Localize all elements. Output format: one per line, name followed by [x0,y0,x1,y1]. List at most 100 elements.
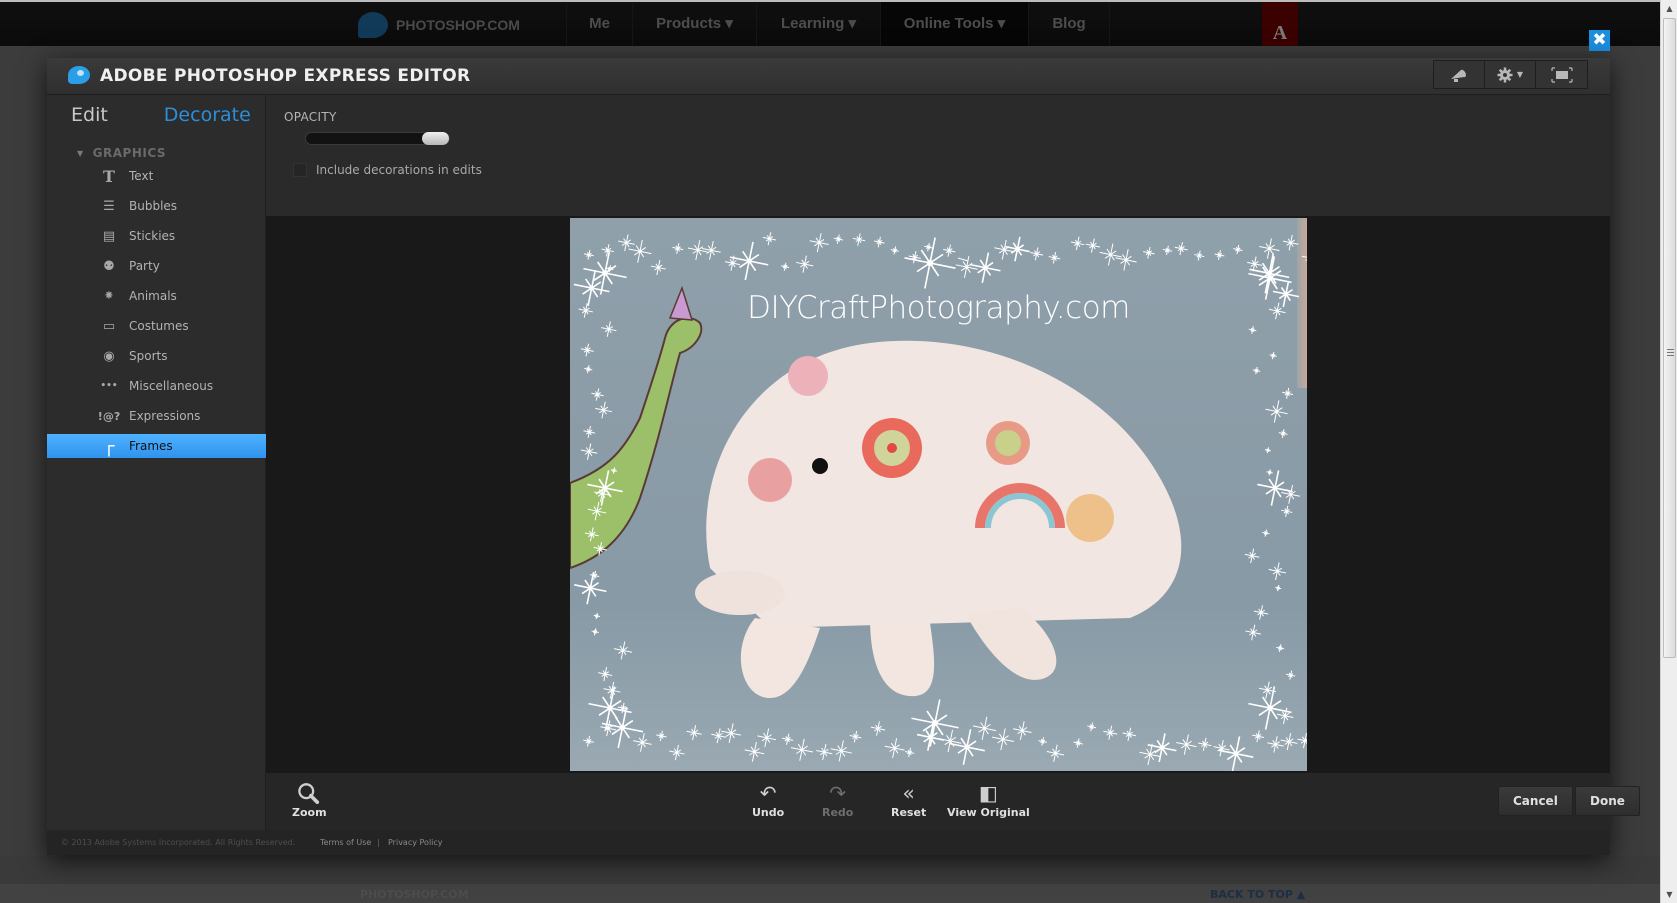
site-nav: PHOTOSHOP.COM Me Products ▾ Learning ▾ O… [0,0,1660,52]
tab-edit[interactable]: Edit [71,104,108,126]
section-label: GRAPHICS [92,146,167,160]
sparkle [1073,738,1083,748]
sparkle [617,234,635,252]
category-miscellaneous[interactable]: ••• Miscellaneous [47,371,266,401]
editor-footer: © 2013 Adobe Systems Incorporated. All R… [47,830,1610,855]
back-to-top-link[interactable]: BACK TO TOP ▲ [1210,888,1305,901]
sparkle [584,365,593,374]
decorate-sidebar: Edit Decorate ▼ GRAPHICS T Text ☰ Bubbles … [47,95,266,830]
sparkle [672,243,684,254]
chevron-down-icon: ▼ [1516,70,1524,79]
sparkle [583,735,594,747]
sparkle [1122,727,1137,742]
category-costumes[interactable]: ▭ Costumes [47,311,266,341]
privacy-policy-link[interactable]: Privacy Policy [388,838,443,847]
sparkle [790,738,814,761]
nav-item-learning[interactable]: Learning ▾ [756,2,880,46]
sparkle [904,237,956,289]
category-label: Costumes [129,319,189,333]
scrollbar-thumb[interactable] [1663,18,1676,658]
sparkle [650,260,666,276]
category-bubbles[interactable]: ☰ Bubbles [47,191,266,221]
sparkle [583,249,594,260]
view-original-button[interactable]: ◧ View Original [947,781,1030,819]
include-decorations-checkbox[interactable] [293,163,307,177]
category-label: Sports [129,349,168,363]
graphics-section-toggle[interactable]: ▼ GRAPHICS [77,146,166,160]
close-editor-button[interactable]: ✖ [1589,30,1610,51]
sparkle [992,728,1014,751]
brand-label: PHOTOSHOP.COM [396,17,520,33]
nav-item-products[interactable]: Products ▾ [632,2,756,46]
sparkle [1265,400,1288,423]
cancel-button[interactable]: Cancel [1498,786,1573,816]
sparkle [1278,429,1288,438]
scroll-up-arrow-icon[interactable]: ▲ [1661,0,1677,17]
decoration-options: OPACITY Include decorations in edits [266,95,1610,216]
category-expressions[interactable]: !@? Expressions [47,401,266,431]
photoshop-brand[interactable]: PHOTOSHOP.COM [358,12,520,38]
nav-item-blog[interactable]: Blog [1028,2,1110,46]
undo-button[interactable]: ↶ Undo [752,781,784,819]
sparkle [1070,236,1085,251]
nav-item-online-tools[interactable]: Online Tools ▾ [880,2,1028,46]
sparkle [1282,234,1299,251]
sparkle [1030,247,1044,261]
category-text[interactable]: T Text [47,161,266,191]
reset-icon: « [902,781,915,805]
fullscreen-icon [1550,66,1573,83]
sparkle [686,725,702,741]
terms-of-use-link[interactable]: Terms of Use [320,838,371,847]
settings-button[interactable]: ▼ [1485,61,1536,88]
sparkle [1248,326,1257,334]
sparkle [1218,736,1254,771]
opacity-slider[interactable] [305,132,450,145]
sparkle [593,612,600,620]
done-button[interactable]: Done [1575,786,1640,816]
sparkle [757,728,777,748]
sparkle [916,723,945,751]
zoom-label: Zoom [292,806,327,819]
speech-bubble-icon: ☰ [103,198,115,214]
sparkle [702,241,721,260]
sparkle [1268,562,1287,580]
sparkle [598,667,613,682]
nav-item-me[interactable]: Me [566,2,632,46]
reset-button[interactable]: « Reset [891,781,926,819]
sparkle [1269,351,1277,360]
dots-icon: ••• [100,381,118,391]
sparkle [796,255,814,273]
sparkle [1085,238,1101,253]
sparkle [595,401,612,419]
sparkle [1253,605,1269,620]
category-animals[interactable]: ⁕ Animals [47,281,266,311]
sparkle [849,730,862,743]
sparkle [1099,243,1122,266]
category-label: Text [129,169,154,183]
fullscreen-button[interactable] [1536,61,1587,88]
sparkle [809,233,829,253]
announcements-button[interactable] [1434,61,1485,88]
page-scrollbar[interactable]: ▲ ▼ [1660,0,1677,903]
sparkle [1005,236,1030,262]
category-frames[interactable]: ┌ Frames [47,434,266,458]
zoom-button[interactable]: Zoom [292,782,327,819]
adobe-logo[interactable]: A [1262,2,1298,52]
tab-decorate[interactable]: Decorate [164,104,251,126]
redo-label: Redo [822,806,854,819]
edited-photo[interactable]: DIYCraftPhotography.com [570,218,1307,771]
category-sports[interactable]: ◉ Sports [47,341,266,371]
scroll-down-arrow-icon[interactable]: ▼ [1661,886,1677,903]
watermark-text: DIYCraftPhotography.com [747,290,1130,326]
sparkle [1280,733,1298,751]
sparkle [852,233,866,246]
image-canvas[interactable]: DIYCraftPhotography.com [266,216,1610,773]
opacity-slider-thumb[interactable] [422,132,449,145]
sparkle [1087,722,1097,732]
sparkle [890,246,899,255]
redo-button[interactable]: ↷ Redo [822,781,854,819]
sparkle [633,733,652,752]
category-stickies[interactable]: ▤ Stickies [47,221,266,251]
category-party[interactable]: ⚉ Party [47,251,266,281]
sparkle [924,242,933,252]
